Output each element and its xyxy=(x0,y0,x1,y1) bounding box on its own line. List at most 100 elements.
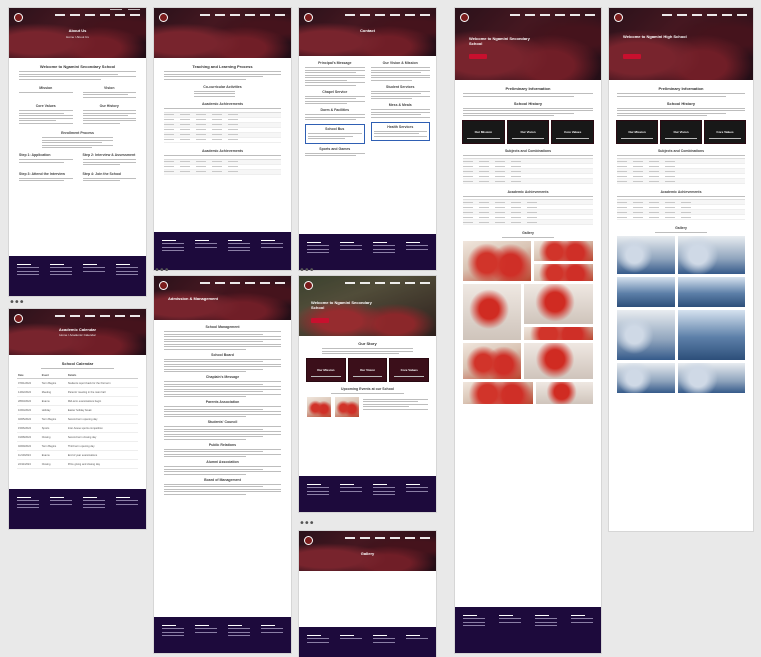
contact-hero: Contact xyxy=(299,8,436,56)
site-footer xyxy=(455,607,601,653)
board-academics: Teaching and Learning Process Co-curricu… xyxy=(154,8,291,270)
gallery-photo[interactable] xyxy=(678,277,745,307)
gallery-grid xyxy=(617,236,745,393)
more-icon[interactable]: ••• xyxy=(9,298,25,308)
vision-card[interactable]: Our Vision xyxy=(507,121,549,143)
gallery-hero: Gallery xyxy=(299,531,436,571)
values-card[interactable]: Core Values xyxy=(390,359,429,381)
section-heading: School Management xyxy=(205,325,240,329)
school-logo-icon[interactable] xyxy=(460,13,469,22)
gallery-photo[interactable] xyxy=(536,382,593,404)
learn-more-button[interactable] xyxy=(469,54,487,59)
school-logo-icon[interactable] xyxy=(304,13,313,22)
vision-card[interactable]: Our Vision xyxy=(661,121,701,143)
school-bus-box[interactable]: School Bus xyxy=(305,124,365,144)
school-logo-icon[interactable] xyxy=(14,314,23,323)
table-row: 01/08/2024 Closing Second term closing day xyxy=(17,433,138,442)
learn-more-button[interactable] xyxy=(311,318,329,323)
step-1-heading: Step 1: Application xyxy=(19,153,51,157)
school-logo-icon[interactable] xyxy=(614,13,623,22)
prelim-heading: Preliminary Information xyxy=(658,86,704,91)
gallery-photo[interactable] xyxy=(617,236,675,274)
vision-mission-heading: Our Vision & Mission xyxy=(382,61,418,65)
school-logo-icon[interactable] xyxy=(304,281,313,290)
mission-card-label: Our Mission xyxy=(474,130,492,134)
breadcrumb: Home / About Us xyxy=(66,35,89,39)
cell-date: 01/08/2024 xyxy=(18,435,31,439)
school-logo-icon[interactable] xyxy=(159,13,168,22)
gallery-photo[interactable] xyxy=(678,363,745,393)
gallery-photo[interactable] xyxy=(463,241,531,281)
cell-details: Prize giving and closing day xyxy=(67,462,100,466)
vision-card-label: Our Vision xyxy=(359,368,376,372)
achievements-table-2 xyxy=(164,158,281,175)
cocurricular-heading: Co-curricular Activities xyxy=(203,84,242,89)
gallery-photo[interactable] xyxy=(617,277,675,307)
gallery-grid xyxy=(463,241,593,404)
school-logo-icon[interactable] xyxy=(304,536,313,545)
event-photo[interactable] xyxy=(307,397,331,417)
page-title: Welcome to Ngamini Secondary School xyxy=(469,36,530,46)
cell-event: Closing xyxy=(41,435,51,439)
page-title: Welcome to Ngamini Secondary School xyxy=(311,300,372,310)
home-a-hero: Welcome to Ngamini Secondary School xyxy=(455,8,601,80)
step-4-heading: Step 4: Join the School xyxy=(82,171,122,176)
gallery-photo[interactable] xyxy=(678,310,745,360)
values-card-label: Core Values xyxy=(400,368,418,372)
about-hero: About Us Home / About Us xyxy=(9,8,146,58)
board-gallery: Gallery xyxy=(299,531,436,657)
gallery-photo[interactable] xyxy=(524,343,593,379)
gallery-photo[interactable] xyxy=(534,241,593,261)
sports-heading: Sports and Games xyxy=(319,146,351,151)
board-calendar: Academic Calendar Home / Academic Calend… xyxy=(9,309,146,529)
subjects-heading: Subjects and Combinations xyxy=(657,149,705,153)
gallery-photo[interactable] xyxy=(524,284,593,324)
gallery-photo[interactable] xyxy=(463,284,521,340)
learn-more-button[interactable] xyxy=(623,54,641,59)
page-title: Welcome to Ngamini High School xyxy=(623,34,687,39)
cell-date: 15/06/2024 xyxy=(18,426,31,430)
values-card[interactable]: Core Values xyxy=(552,121,594,143)
gallery-photo[interactable] xyxy=(463,382,533,404)
gallery-photo[interactable] xyxy=(678,236,745,274)
enrollment-heading: Enrollment Process xyxy=(61,131,94,135)
gallery-photo[interactable] xyxy=(617,310,675,360)
school-logo-icon[interactable] xyxy=(14,13,23,22)
cell-date: 10/04/2024 xyxy=(18,408,31,412)
health-box[interactable]: Health Services xyxy=(370,121,430,141)
cell-date: 02/05/2024 xyxy=(18,417,31,421)
intro-heading: Welcome to Ngamini Secondary School xyxy=(39,64,116,69)
board-home-a: Welcome to Ngamini Secondary School Prel… xyxy=(455,8,601,653)
mission-card[interactable]: Our Mission xyxy=(307,359,345,381)
page-title: Contact xyxy=(360,28,375,33)
gallery-heading: Gallery xyxy=(675,226,687,230)
cell-details: Second term opening day xyxy=(67,417,98,421)
more-icon[interactable]: ••• xyxy=(299,266,315,276)
values-card[interactable]: Core Values xyxy=(705,121,745,143)
mission-card[interactable]: Our Mission xyxy=(463,121,504,143)
section-heading: School Board xyxy=(211,352,234,357)
more-icon[interactable]: ••• xyxy=(299,519,315,529)
section-heading: Students' Council xyxy=(207,420,238,424)
history-heading: School History xyxy=(513,100,543,106)
school-logo-icon[interactable] xyxy=(159,281,168,290)
achievements-table xyxy=(617,199,745,220)
achievements-table xyxy=(463,199,593,225)
mission-card[interactable]: Our Mission xyxy=(617,121,657,143)
more-icon[interactable]: ••• xyxy=(154,266,170,276)
gallery-photo[interactable] xyxy=(617,363,675,393)
vision-card[interactable]: Our Vision xyxy=(348,359,387,381)
table-row: 14/02/2024 Meeting Parents' meeting in the… xyxy=(17,388,138,397)
gallery-photo[interactable] xyxy=(534,264,593,281)
cell-event: Term Begins xyxy=(41,444,57,448)
gallery-photo[interactable] xyxy=(524,327,593,340)
cell-details: End of year examinations xyxy=(67,453,98,457)
table-row: 10/04/2024 Holiday Easter holiday break xyxy=(17,406,138,415)
our-story-heading: Our Story xyxy=(358,341,377,346)
board-home-b: Welcome to Ngamini Secondary School Our … xyxy=(299,276,436,512)
core-values-heading: Core Values xyxy=(35,104,56,108)
gallery-photo[interactable] xyxy=(463,343,521,379)
student-services-heading: Student Services xyxy=(386,84,415,89)
achievements-table xyxy=(164,111,281,143)
event-photo[interactable] xyxy=(335,397,359,417)
